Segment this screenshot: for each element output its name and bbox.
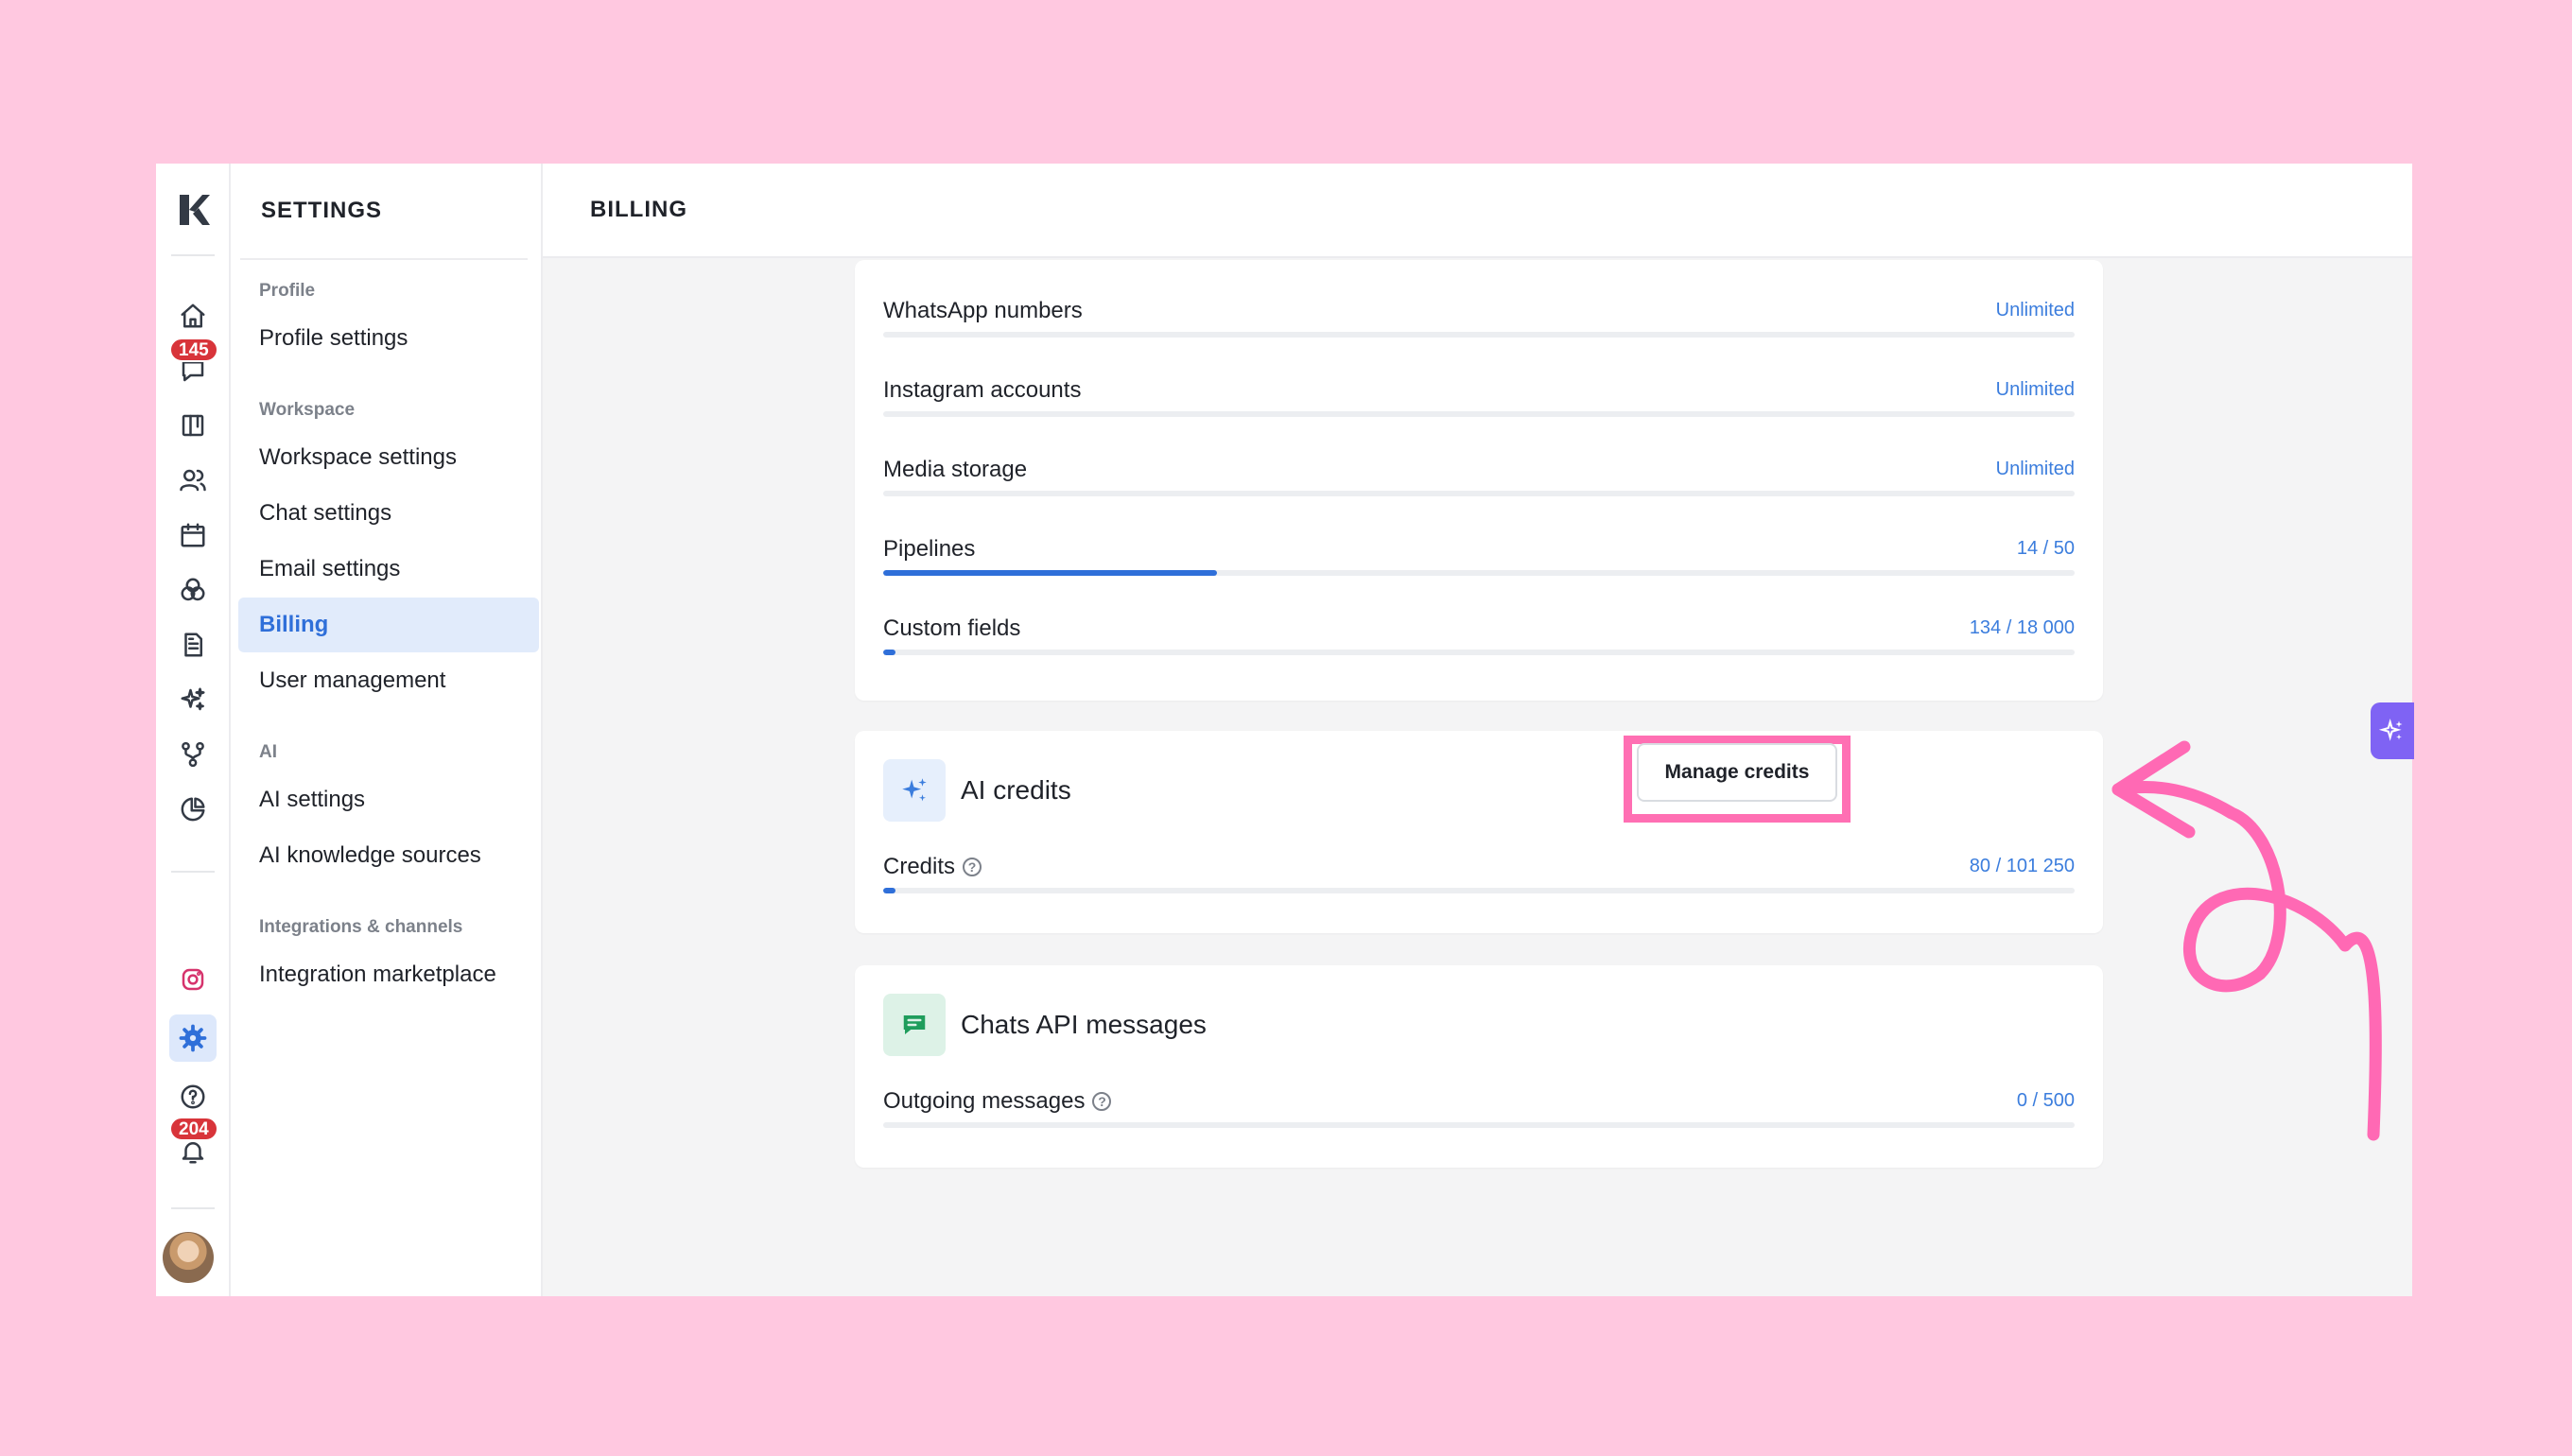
manage-credits-button[interactable]: Manage credits [1637, 743, 1837, 802]
credits-row: Credits? 80 / 101 250 [883, 841, 2075, 897]
limit-label: Pipelines [883, 536, 976, 562]
outgoing-messages-row: Outgoing messages? 0 / 500 [883, 1075, 2075, 1132]
nav-billing[interactable]: Billing [238, 598, 539, 652]
ai-credits-header: AI credits [883, 759, 1071, 822]
rail-divider [171, 254, 215, 256]
limits-card: WhatsApp numbers Unlimited Instagram acc… [855, 260, 2103, 701]
ai-assistant-button[interactable] [2371, 702, 2414, 759]
logo-mark [180, 195, 210, 225]
nav-ai-settings[interactable]: AI settings [238, 772, 539, 827]
chats-api-title: Chats API messages [961, 1010, 1207, 1039]
outgoing-label-text: Outgoing messages [883, 1088, 1086, 1114]
nav-chat-settings[interactable]: Chat settings [238, 486, 539, 541]
page-title: BILLING [543, 164, 2412, 258]
instagram-icon[interactable] [169, 956, 217, 1003]
help-icon[interactable] [169, 1073, 217, 1120]
limit-track [883, 332, 2075, 338]
ai-sparkle-icon[interactable] [169, 676, 217, 723]
calendar-icon[interactable] [169, 511, 217, 559]
limit-row: Pipelines 14 / 50 [883, 523, 2075, 580]
user-avatar[interactable] [163, 1232, 214, 1283]
limit-row: Media storage Unlimited [883, 443, 2075, 500]
nav-workspace-settings[interactable]: Workspace settings [238, 430, 539, 485]
limit-value: Unlimited [1995, 379, 2075, 400]
settings-title: SETTINGS [261, 198, 383, 223]
ai-credits-title: AI credits [961, 775, 1071, 805]
documents-icon[interactable] [169, 621, 217, 668]
section-label-integrations: Integrations & channels [259, 917, 463, 937]
settings-gear-icon[interactable] [169, 1014, 217, 1062]
notifications-badge: 204 [169, 1117, 218, 1141]
credits-track [883, 888, 2075, 893]
limit-label: Media storage [883, 457, 1028, 482]
outgoing-value: 0 / 500 [2016, 1090, 2075, 1111]
outgoing-label: Outgoing messages? [883, 1088, 1112, 1115]
section-label-workspace: Workspace [259, 400, 356, 420]
automation-icon[interactable] [169, 731, 217, 778]
credits-label-text: Credits [883, 854, 956, 879]
limit-value: 14 / 50 [2016, 538, 2075, 559]
help-circle-icon[interactable]: ? [963, 858, 982, 876]
reports-icon[interactable] [169, 786, 217, 833]
limit-track [883, 491, 2075, 496]
nav-email-settings[interactable]: Email settings [238, 542, 539, 597]
kommo-logo[interactable] [169, 186, 217, 234]
credits-value: 80 / 101 250 [1969, 856, 2075, 876]
limit-value: 134 / 18 000 [1969, 617, 2075, 638]
limit-track [883, 411, 2075, 417]
settings-divider [240, 258, 528, 260]
rail-divider [171, 1207, 215, 1209]
nav-user-management[interactable]: User management [238, 653, 539, 708]
rail-divider [171, 871, 215, 873]
app-window: 145 204 SETTINGS Profile Profile setting… [156, 164, 2414, 1296]
limit-row: Custom fields 134 / 18 000 [883, 602, 2075, 659]
nav-integration-marketplace[interactable]: Integration marketplace [238, 947, 539, 1002]
ai-sparkle-icon [2379, 718, 2403, 741]
limit-row: WhatsApp numbers Unlimited [883, 285, 2075, 341]
section-label-profile: Profile [259, 281, 316, 301]
limit-label: Custom fields [883, 615, 1021, 641]
limit-fill [883, 570, 1217, 576]
icon-rail: 145 204 [156, 164, 231, 1296]
chats-badge: 145 [169, 338, 218, 362]
nav-ai-knowledge-sources[interactable]: AI knowledge sources [238, 828, 539, 883]
limit-fill [883, 650, 895, 655]
billing-main: BILLING WhatsApp numbers Unlimited Insta… [543, 164, 2414, 1296]
chats-api-card: Chats API messages Outgoing messages? 0 … [855, 965, 2103, 1168]
message-icon [883, 994, 946, 1056]
credits-fill [883, 888, 895, 893]
limit-value: Unlimited [1995, 300, 2075, 321]
limit-row: Instagram accounts Unlimited [883, 364, 2075, 421]
help-circle-icon[interactable]: ? [1092, 1092, 1112, 1111]
credits-label: Credits? [883, 854, 982, 880]
pipelines-icon[interactable] [169, 402, 217, 449]
settings-sidebar: SETTINGS Profile Profile settings Worksp… [231, 164, 543, 1296]
segments-icon[interactable] [169, 566, 217, 614]
home-icon[interactable] [169, 292, 217, 339]
chats-api-header: Chats API messages [883, 994, 1207, 1056]
ai-credits-card: AI credits Credits? 80 / 101 250 [855, 731, 2103, 933]
limit-label: WhatsApp numbers [883, 298, 1083, 323]
ai-sparkle-icon [883, 759, 946, 822]
limit-value: Unlimited [1995, 459, 2075, 479]
limit-track [883, 570, 2075, 576]
contacts-icon[interactable] [169, 457, 217, 504]
outgoing-track [883, 1122, 2075, 1128]
limit-track [883, 650, 2075, 655]
limit-label: Instagram accounts [883, 377, 1082, 403]
nav-profile-settings[interactable]: Profile settings [238, 311, 539, 366]
section-label-ai: AI [259, 742, 277, 762]
